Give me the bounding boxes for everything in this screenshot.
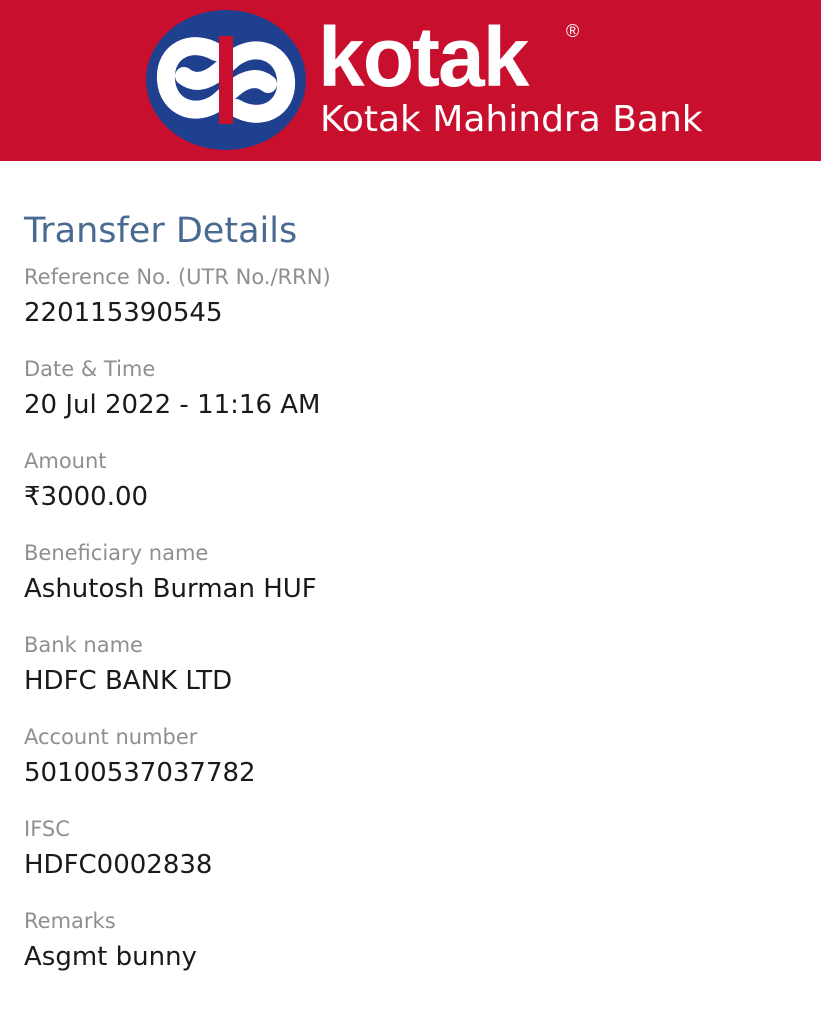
bank-header-banner: kotak ® Kotak Mahindra Bank [0,0,821,161]
field-value: Asgmt bunny [24,942,197,972]
field-label: Reference No. (UTR No./RRN) [24,265,331,289]
field-value: Ashutosh Burman HUF [24,574,317,604]
field-bank-name: Bank name HDFC BANK LTD [24,630,804,702]
field-date-time: Date & Time 20 Jul 2022 - 11:16 AM [24,354,804,426]
field-label: IFSC [24,817,70,841]
field-ifsc: IFSC HDFC0002838 [24,814,804,886]
field-label: Amount [24,449,107,473]
field-account-number: Account number 50100537037782 [24,722,804,794]
kotak-infinity-logo-icon [146,10,306,150]
field-label: Account number [24,725,198,749]
registered-trademark-mark: ® [566,21,580,41]
field-remarks: Remarks Asgmt bunny [24,906,804,978]
field-label: Date & Time [24,357,156,381]
field-value: 220115390545 [24,298,223,328]
field-value: ₹3000.00 [24,482,149,512]
field-label: Remarks [24,909,116,933]
transfer-details-section: Transfer Details Reference No. (UTR No./… [24,208,804,998]
field-value: 20 Jul 2022 - 11:16 AM [24,390,321,420]
field-value: 50100537037782 [24,758,256,788]
field-beneficiary-name: Beneficiary name Ashutosh Burman HUF [24,538,804,610]
brand-wordmark: kotak [318,10,529,104]
field-value: HDFC BANK LTD [24,666,233,696]
field-label: Beneficiary name [24,541,209,565]
field-value: HDFC0002838 [24,850,213,880]
page-title: Transfer Details [24,211,298,251]
field-reference-number: Reference No. (UTR No./RRN) 220115390545 [24,262,804,334]
field-label: Bank name [24,633,143,657]
field-amount: Amount ₹3000.00 [24,446,804,518]
bank-name-subtitle: Kotak Mahindra Bank [320,99,703,140]
